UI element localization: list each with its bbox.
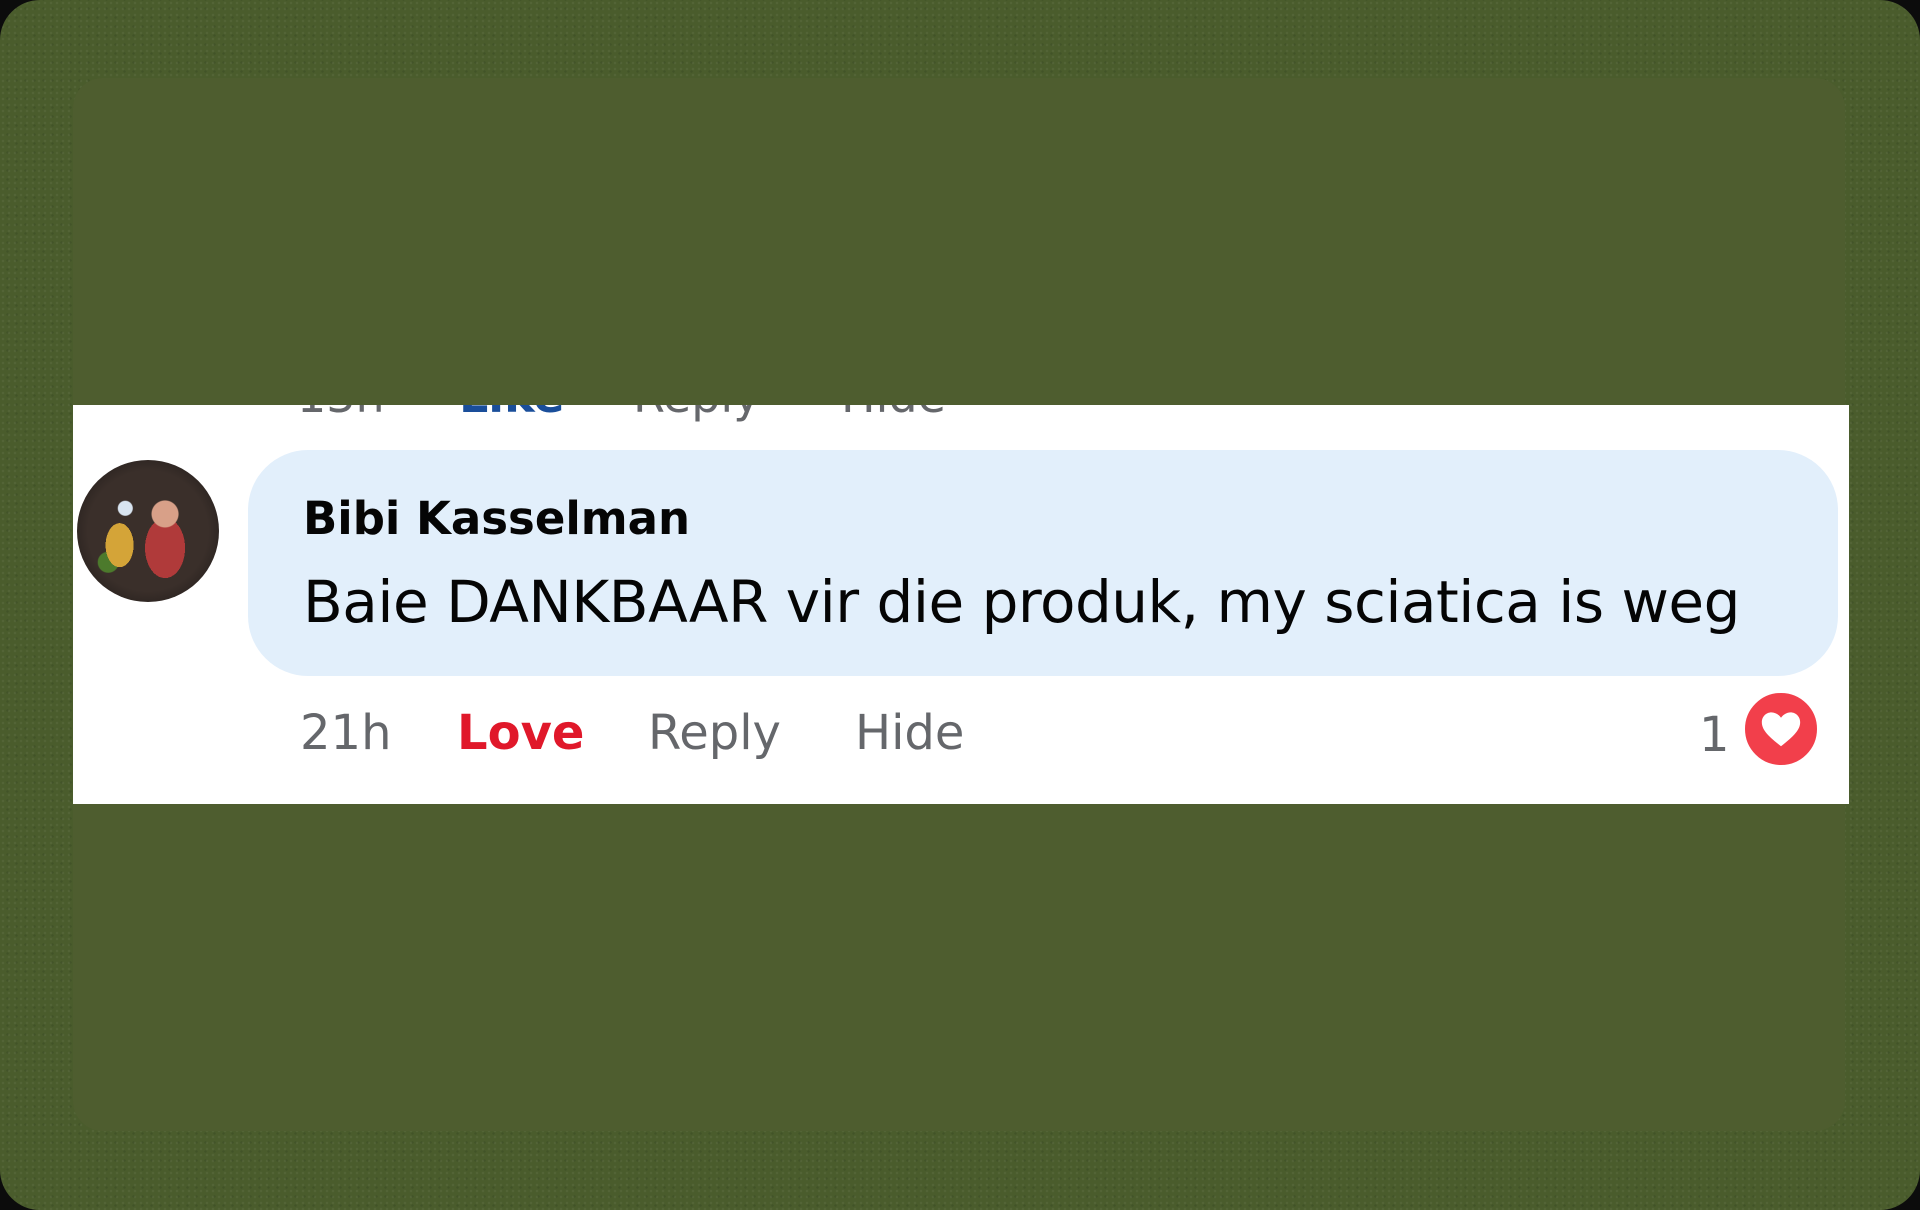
previous-comment-actions: 13h Like Reply Hide	[73, 405, 1849, 429]
avatar[interactable]	[77, 460, 219, 602]
love-button[interactable]: Love	[457, 705, 584, 761]
comment-bubble: Bibi Kasselman Baie DANKBAAR vir die pro…	[248, 450, 1838, 676]
previous-like-button[interactable]: Like	[459, 405, 565, 423]
previous-comment-time: 13h	[297, 405, 385, 423]
previous-hide-button[interactable]: Hide	[841, 405, 946, 423]
comment-text: Baie DANKBAAR vir die produk, my sciatic…	[303, 568, 1740, 636]
previous-reply-button[interactable]: Reply	[633, 405, 760, 423]
comment-time[interactable]: 21h	[300, 705, 392, 761]
reply-button[interactable]: Reply	[648, 705, 781, 761]
hide-button[interactable]: Hide	[855, 705, 964, 761]
heart-icon[interactable]	[1741, 689, 1821, 769]
comment-card: 13h Like Reply Hide Bibi Kasselman Baie …	[73, 405, 1849, 804]
reaction-count[interactable]: 1	[1699, 707, 1730, 763]
comment-author[interactable]: Bibi Kasselman	[303, 492, 690, 545]
